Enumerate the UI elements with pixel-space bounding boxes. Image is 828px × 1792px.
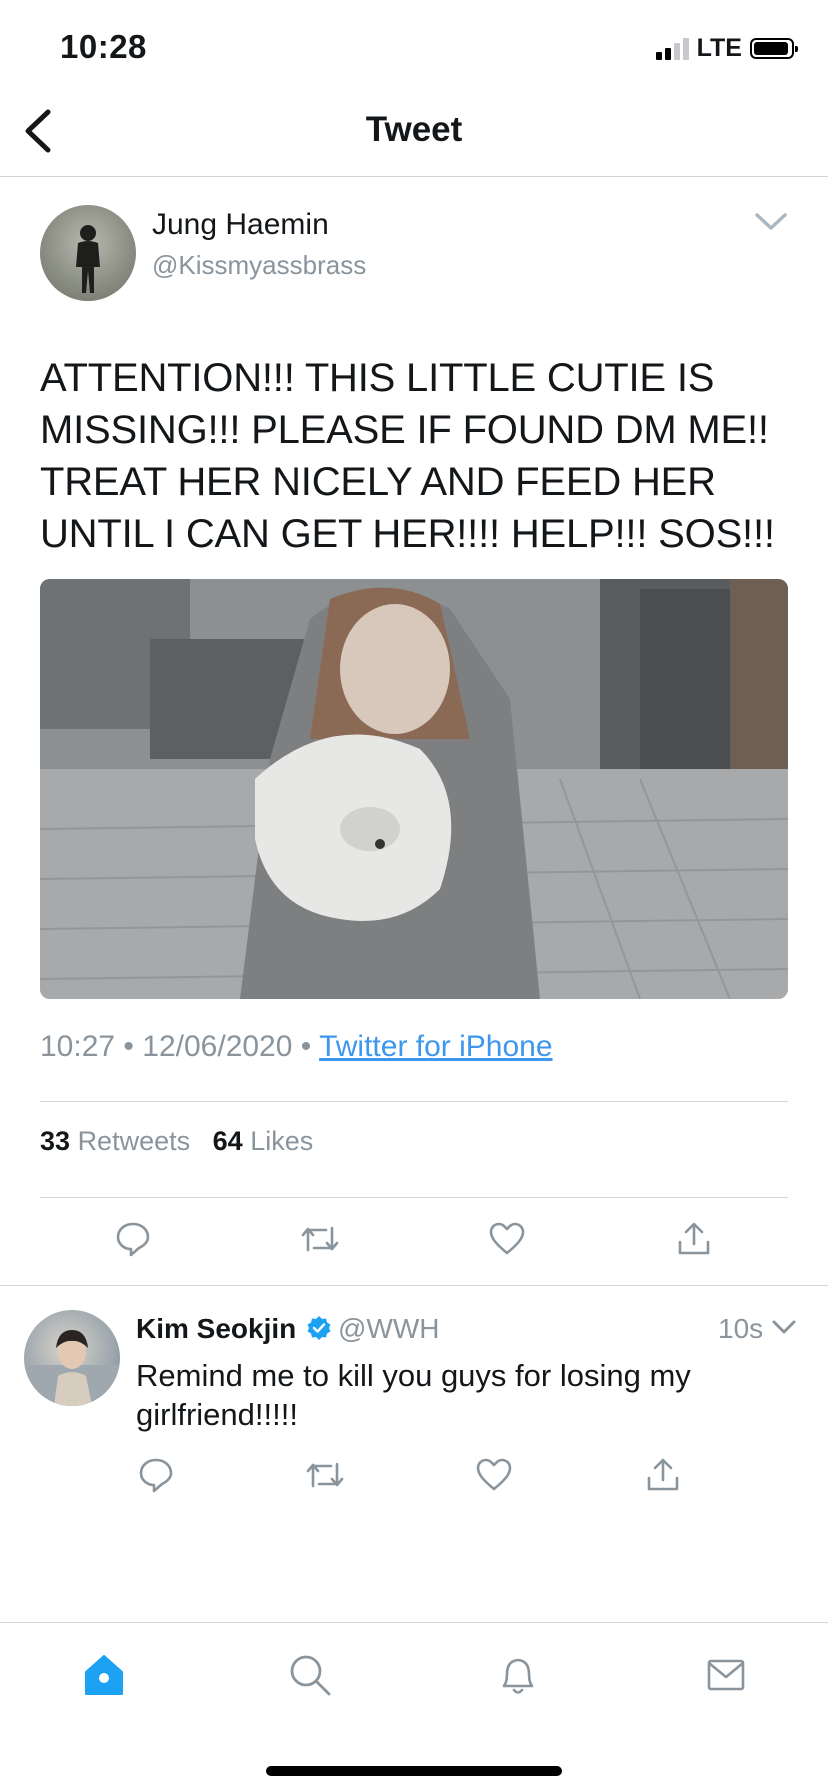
retweet-label: Retweets	[77, 1126, 191, 1156]
like-count: 64	[212, 1126, 243, 1156]
tweet-time: 10:27	[40, 1030, 116, 1063]
stats-divider	[40, 1197, 788, 1198]
share-icon	[678, 1222, 710, 1255]
retweet-stat[interactable]: 33 Retweets	[40, 1126, 190, 1156]
network-label: LTE	[696, 34, 742, 62]
retweet-button[interactable]	[295, 1214, 345, 1264]
heart-icon	[489, 1222, 525, 1255]
verified-badge-shape	[307, 1316, 331, 1340]
reply-author-avatar[interactable]	[24, 1310, 120, 1406]
meta-separator: •	[300, 1030, 312, 1063]
tweet-options-button[interactable]	[752, 205, 790, 237]
author-avatar[interactable]	[40, 205, 136, 301]
battery-icon	[750, 38, 798, 59]
reply-author-name[interactable]: Kim Seokjin	[136, 1313, 296, 1345]
retweet-icon	[306, 1462, 344, 1488]
reply-time: 10s	[718, 1313, 764, 1344]
search-icon	[290, 1655, 331, 1696]
tweet-stats: 33 Retweets 64 Likes	[40, 1126, 313, 1157]
author-handle[interactable]: @Kissmyassbrass	[152, 250, 366, 281]
reply-icon	[139, 1458, 173, 1493]
avatar-portrait	[24, 1330, 120, 1406]
like-stat[interactable]: 64 Likes	[213, 1126, 314, 1156]
avatar-figure	[76, 225, 100, 293]
tweet-photo[interactable]	[40, 579, 788, 999]
retweet-icon	[301, 1226, 339, 1252]
signal-icon	[655, 37, 689, 60]
reply-options-button[interactable]	[770, 1316, 798, 1338]
status-time: 10:28	[60, 28, 147, 65]
reply-author-handle[interactable]: @WWH	[338, 1313, 440, 1345]
mail-icon	[707, 1659, 745, 1691]
photo-illustration	[40, 579, 788, 999]
tweet-source-link[interactable]: Twitter for iPhone	[319, 1030, 552, 1063]
page-title: Tweet	[365, 110, 463, 149]
author-name[interactable]: Jung Haemin	[152, 208, 329, 242]
like-button[interactable]	[482, 1214, 532, 1264]
like-label: Likes	[250, 1126, 314, 1156]
heart-icon	[476, 1458, 512, 1491]
retweet-count: 33	[40, 1126, 71, 1156]
meta-separator: •	[123, 1030, 134, 1063]
tab-messages[interactable]	[696, 1645, 756, 1705]
tweet-text: ATTENTION!!! THIS LITTLE CUTIE IS MISSIN…	[40, 356, 775, 556]
tabbar-divider	[0, 1622, 828, 1623]
reply-button[interactable]	[108, 1214, 158, 1264]
reply-retweet-button[interactable]	[300, 1450, 350, 1500]
chevron-down-icon	[755, 213, 787, 230]
tweet-date: 12/06/2020	[142, 1030, 293, 1063]
tab-search[interactable]	[280, 1645, 340, 1705]
share-button[interactable]	[669, 1214, 719, 1264]
chevron-down-icon	[772, 1320, 796, 1334]
reply-text: Remind me to kill you guys for losing my…	[136, 1358, 691, 1432]
bell-icon	[502, 1658, 534, 1694]
reply-like-button[interactable]	[469, 1450, 519, 1500]
tab-home[interactable]	[74, 1645, 134, 1705]
header-divider	[0, 176, 828, 177]
verified-badge-icon	[306, 1315, 332, 1341]
tab-notifications[interactable]	[488, 1645, 548, 1705]
status-indicators: LTE	[655, 34, 798, 63]
meta-divider	[40, 1101, 788, 1102]
reply-share-button[interactable]	[638, 1450, 688, 1500]
home-icon	[85, 1655, 123, 1695]
reply-icon	[116, 1222, 150, 1257]
tweet-meta: 10:27 • 12/06/2020 • Twitter for iPhone	[40, 1030, 553, 1064]
tweet-divider	[0, 1285, 828, 1286]
home-indicator	[266, 1766, 562, 1776]
reply-reply-button[interactable]	[131, 1450, 181, 1500]
share-icon	[647, 1458, 679, 1491]
